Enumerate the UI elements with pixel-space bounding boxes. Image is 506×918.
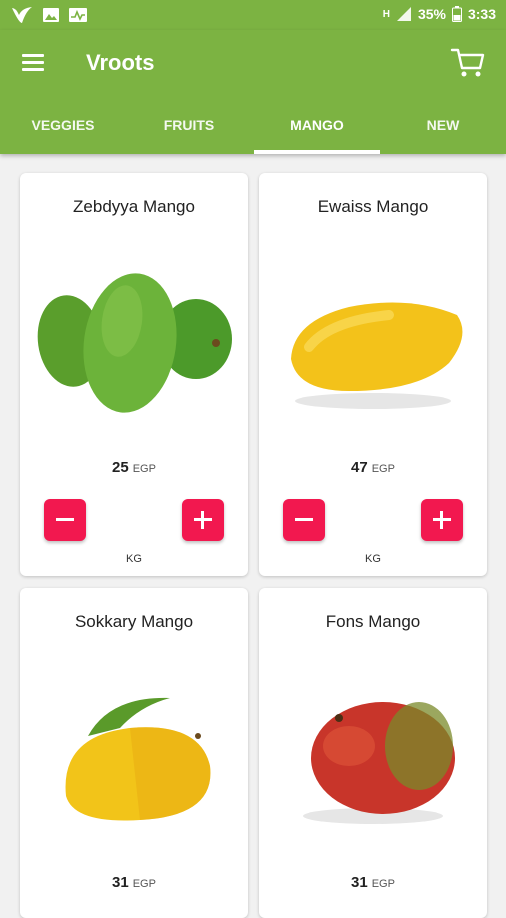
bird-notification-icon (12, 7, 32, 23)
currency: EGP (132, 878, 156, 890)
unit-label: KG (126, 553, 142, 565)
product-card[interactable]: Zebdyya Mango 25 EGP KG (20, 173, 248, 576)
increase-button[interactable] (421, 499, 463, 541)
product-name: Sokkary Mango (74, 612, 194, 631)
price-value: 31 (351, 874, 368, 891)
increase-button[interactable] (182, 499, 224, 541)
price: 31 EGP (259, 874, 487, 892)
clock: 3:33 (467, 6, 496, 22)
product-image (37, 273, 232, 413)
tab-new[interactable]: NEW (380, 108, 506, 154)
product-card[interactable]: Sokkary Mango 31 EGP (20, 588, 248, 918)
notification-icons (10, 5, 88, 25)
product-image (291, 302, 463, 409)
network-type-label: H (382, 8, 390, 20)
tab-mango[interactable]: MANGO (254, 108, 380, 154)
app-title: Vroots (86, 50, 155, 75)
battery-icon (451, 6, 462, 22)
price-value: 25 (112, 459, 129, 476)
product-image (303, 702, 455, 824)
price: 25 EGP (20, 459, 248, 477)
tab-indicator (254, 150, 380, 154)
price: 31 EGP (20, 874, 248, 892)
product-card[interactable]: Ewaiss Mango 47 EGP KG (259, 173, 487, 576)
price-value: 31 (112, 874, 129, 891)
product-name: Zebdyya Mango (73, 197, 195, 216)
cart-button[interactable] (450, 46, 486, 80)
status-bar: H 35% 3:33 (0, 0, 506, 30)
product-name: Ewaiss Mango (317, 197, 429, 216)
tab-fruits[interactable]: FRUITS (126, 108, 252, 154)
image-notification-icon (43, 8, 59, 22)
decrease-button[interactable] (283, 499, 325, 541)
battery-percent: 35% (417, 6, 446, 22)
decrease-button[interactable] (44, 499, 86, 541)
price-value: 47 (351, 459, 368, 476)
product-name: Fons Mango (325, 612, 421, 631)
activity-notification-icon (69, 8, 87, 22)
unit-label: KG (365, 553, 381, 565)
signal-icon (396, 7, 411, 21)
currency: EGP (132, 463, 156, 475)
currency: EGP (371, 463, 395, 475)
currency: EGP (371, 878, 395, 890)
tab-veggies[interactable]: VEGGIES (0, 108, 126, 154)
product-card[interactable]: Fons Mango 31 EGP (259, 588, 487, 918)
menu-button[interactable] (20, 52, 48, 76)
price: 47 EGP (259, 459, 487, 477)
product-image (65, 697, 211, 821)
app-bar: Vroots VEGGIES FRUITS MANGO NEW (0, 30, 506, 154)
category-tabs: VEGGIES FRUITS MANGO NEW (0, 108, 506, 154)
status-indicators: H 35% 3:33 (383, 6, 496, 22)
cart-icon (450, 48, 485, 77)
